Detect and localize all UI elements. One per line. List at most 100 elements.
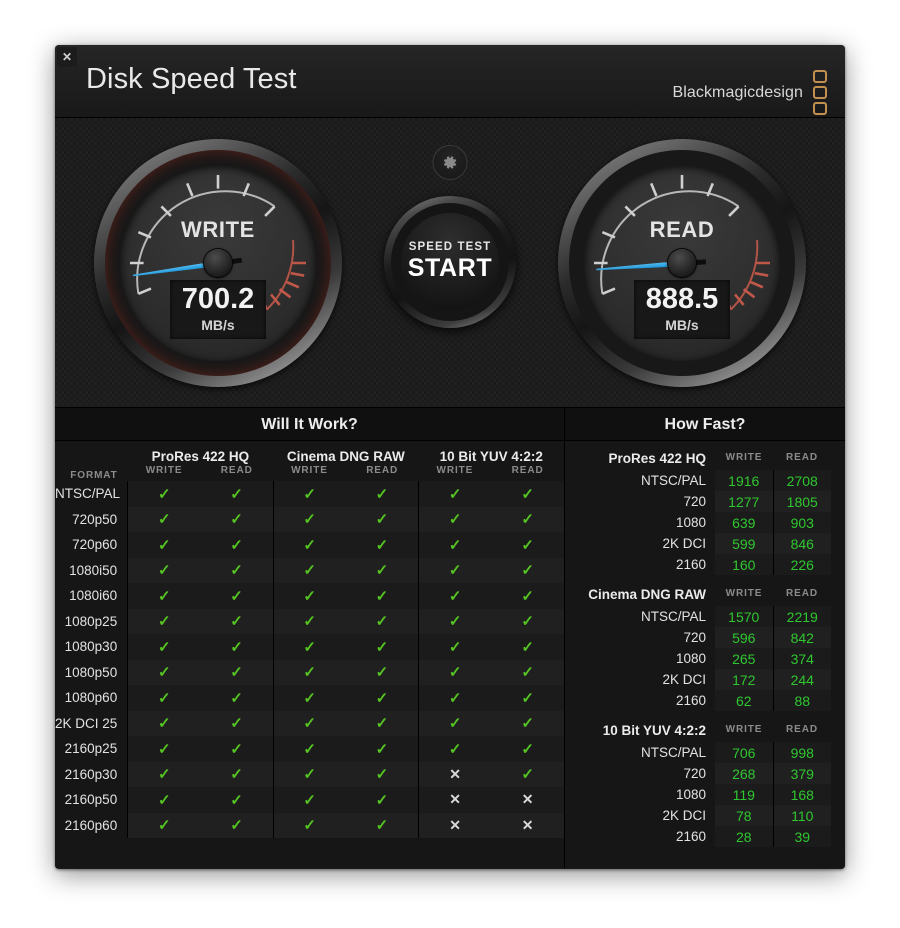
write-speed-value: 268 bbox=[715, 763, 773, 784]
table-row: 2K DCI599846 bbox=[575, 533, 831, 554]
table-row: 1080265374 bbox=[575, 648, 831, 669]
how-fast-table: ProRes 422 HQWRITEREADNTSC/PAL1916270872… bbox=[575, 448, 831, 575]
read-needle-hub bbox=[668, 249, 696, 277]
format-label: NTSC/PAL bbox=[55, 481, 128, 507]
format-label: 720p50 bbox=[55, 507, 128, 533]
support-pass-icon: ✓ bbox=[128, 583, 201, 609]
format-label: 1080p50 bbox=[55, 660, 128, 686]
table-row: 1080p25✓✓✓✓✓✓ bbox=[55, 609, 564, 635]
subheader-prores-read: READ bbox=[200, 465, 273, 481]
support-pass-icon: ✓ bbox=[200, 583, 273, 609]
support-pass-icon: ✓ bbox=[346, 532, 419, 558]
write-speed-value: 596 bbox=[715, 627, 773, 648]
speed-test-start-button[interactable]: SPEED TEST START bbox=[384, 196, 516, 328]
write-needle-hub bbox=[204, 249, 232, 277]
gear-icon[interactable] bbox=[433, 145, 468, 180]
write-speed-value: 78 bbox=[715, 805, 773, 826]
support-pass-icon: ✓ bbox=[346, 558, 419, 584]
how-fast-heading: How Fast? bbox=[565, 408, 845, 441]
format-label: 2160p50 bbox=[55, 787, 128, 813]
table-row: 1080p60✓✓✓✓✓✓ bbox=[55, 685, 564, 711]
format-label: 2160p25 bbox=[55, 736, 128, 762]
support-pass-icon: ✓ bbox=[200, 813, 273, 839]
subheader-dng-read: READ bbox=[346, 465, 419, 481]
group-header-row: FORMAT ProRes 422 HQ Cinema DNG RAW 10 B… bbox=[55, 441, 564, 465]
support-fail-icon: ✕ bbox=[419, 787, 492, 813]
how-fast-tables: ProRes 422 HQWRITEREADNTSC/PAL1916270872… bbox=[565, 441, 845, 847]
how-fast-table: Cinema DNG RAWWRITEREADNTSC/PAL157022197… bbox=[575, 584, 831, 711]
support-pass-icon: ✓ bbox=[273, 609, 346, 635]
support-pass-icon: ✓ bbox=[200, 532, 273, 558]
read-speed-value: 2219 bbox=[773, 606, 831, 627]
support-pass-icon: ✓ bbox=[200, 685, 273, 711]
support-pass-icon: ✓ bbox=[200, 736, 273, 762]
support-pass-icon: ✓ bbox=[419, 583, 492, 609]
gauges-panel: WRITE 700.2 MB/s SPE bbox=[55, 118, 845, 408]
support-fail-icon: ✕ bbox=[491, 787, 564, 813]
format-label: 1080p60 bbox=[55, 685, 128, 711]
support-pass-icon: ✓ bbox=[346, 481, 419, 507]
support-pass-icon: ✓ bbox=[128, 634, 201, 660]
support-pass-icon: ✓ bbox=[200, 481, 273, 507]
read-speed-value: 903 bbox=[773, 512, 831, 533]
support-pass-icon: ✓ bbox=[273, 736, 346, 762]
how-fast-panel: How Fast? ProRes 422 HQWRITEREADNTSC/PAL… bbox=[565, 408, 845, 868]
table-row: 2K DCI78110 bbox=[575, 805, 831, 826]
subheader-prores-write: WRITE bbox=[128, 465, 201, 481]
how-fast-header-row: Cinema DNG RAWWRITEREAD bbox=[575, 584, 831, 606]
support-pass-icon: ✓ bbox=[128, 507, 201, 533]
write-speed-value: 1916 bbox=[715, 470, 773, 491]
format-label: 720 bbox=[575, 491, 715, 512]
support-pass-icon: ✓ bbox=[273, 660, 346, 686]
table-row: 21606288 bbox=[575, 690, 831, 711]
read-speed-value: 39 bbox=[773, 826, 831, 847]
format-label: 2K DCI bbox=[575, 669, 715, 690]
read-speed-value: 1805 bbox=[773, 491, 831, 512]
read-speed-value: 226 bbox=[773, 554, 831, 575]
format-column-header: FORMAT bbox=[55, 441, 128, 481]
support-pass-icon: ✓ bbox=[346, 787, 419, 813]
format-label: 1080 bbox=[575, 784, 715, 805]
brand-logo: Blackmagicdesign bbox=[672, 70, 827, 115]
support-pass-icon: ✓ bbox=[128, 660, 201, 686]
support-pass-icon: ✓ bbox=[128, 736, 201, 762]
table-row: 2160p25✓✓✓✓✓✓ bbox=[55, 736, 564, 762]
table-row: 720p60✓✓✓✓✓✓ bbox=[55, 532, 564, 558]
support-pass-icon: ✓ bbox=[346, 583, 419, 609]
support-pass-icon: ✓ bbox=[491, 558, 564, 584]
read-speed-value: 244 bbox=[773, 669, 831, 690]
results-section: Will It Work? FORMAT ProRes 422 HQ Cinem… bbox=[55, 408, 845, 868]
support-pass-icon: ✓ bbox=[419, 481, 492, 507]
format-label: 2160 bbox=[575, 690, 715, 711]
support-pass-icon: ✓ bbox=[200, 660, 273, 686]
table-row: 72012771805 bbox=[575, 491, 831, 512]
format-label: NTSC/PAL bbox=[575, 606, 715, 627]
table-row: 1080i50✓✓✓✓✓✓ bbox=[55, 558, 564, 584]
will-it-work-thead: FORMAT ProRes 422 HQ Cinema DNG RAW 10 B… bbox=[55, 441, 564, 481]
start-button-label: START bbox=[408, 254, 492, 283]
write-speed-value: 265 bbox=[715, 648, 773, 669]
support-pass-icon: ✓ bbox=[491, 685, 564, 711]
format-label: 720 bbox=[575, 627, 715, 648]
support-pass-icon: ✓ bbox=[200, 634, 273, 660]
support-pass-icon: ✓ bbox=[273, 787, 346, 813]
support-pass-icon: ✓ bbox=[128, 481, 201, 507]
support-pass-icon: ✓ bbox=[200, 762, 273, 788]
write-speed-value: 62 bbox=[715, 690, 773, 711]
support-fail-icon: ✕ bbox=[419, 813, 492, 839]
support-pass-icon: ✓ bbox=[419, 685, 492, 711]
format-label: 2160p60 bbox=[55, 813, 128, 839]
table-row: 720268379 bbox=[575, 763, 831, 784]
support-pass-icon: ✓ bbox=[273, 481, 346, 507]
subheader-dng-write: WRITE bbox=[273, 465, 346, 481]
format-label: 2K DCI bbox=[575, 533, 715, 554]
read-speed-value: 168 bbox=[773, 784, 831, 805]
support-pass-icon: ✓ bbox=[128, 685, 201, 711]
close-button[interactable]: ✕ bbox=[57, 47, 77, 67]
subheader-yuv-write: WRITE bbox=[419, 465, 492, 481]
how-fast-subheader: READ bbox=[773, 584, 831, 606]
support-pass-icon: ✓ bbox=[273, 532, 346, 558]
start-button-face: SPEED TEST START bbox=[401, 213, 499, 311]
support-pass-icon: ✓ bbox=[273, 507, 346, 533]
support-pass-icon: ✓ bbox=[419, 711, 492, 737]
